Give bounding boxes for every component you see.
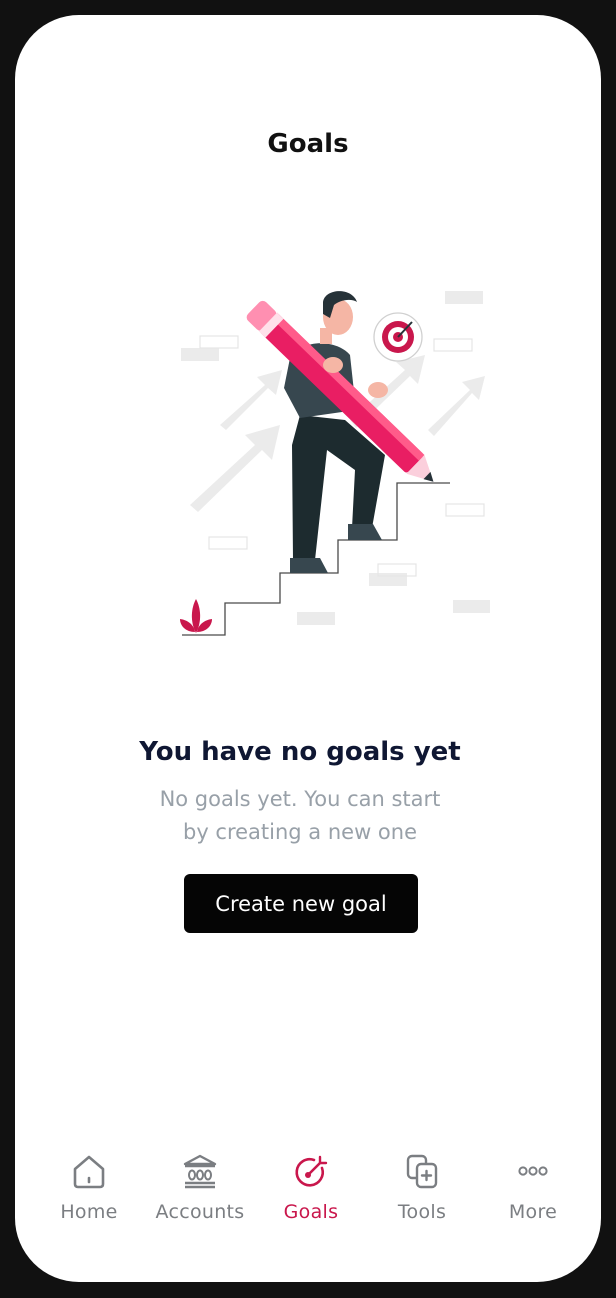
- home-icon: [73, 1155, 105, 1189]
- tab-accounts[interactable]: Accounts: [140, 1151, 260, 1223]
- target-icon: [295, 1155, 328, 1187]
- page-title: Goals: [267, 129, 349, 159]
- tab-home[interactable]: Home: [29, 1151, 149, 1223]
- tools-icon: [406, 1154, 438, 1189]
- empty-state-description: No goals yet. You can start by creating …: [159, 787, 441, 844]
- tab-more[interactable]: More: [473, 1151, 593, 1223]
- tab-label-home: Home: [60, 1201, 118, 1223]
- bank-icon: [183, 1154, 217, 1189]
- create-new-goal-button[interactable]: Create new goal: [184, 874, 418, 933]
- goals-illustration: [180, 291, 490, 636]
- tab-label-more: More: [508, 1201, 558, 1223]
- tab-label-goals: Goals: [283, 1201, 339, 1223]
- tab-goals[interactable]: Goals: [251, 1151, 371, 1223]
- more-dots-icon: [518, 1166, 548, 1176]
- tab-label-tools: Tools: [397, 1201, 447, 1223]
- tab-label-accounts: Accounts: [155, 1201, 245, 1223]
- app-screen: Goals You have no goals yet No goals yet…: [15, 15, 601, 1282]
- bottom-tab-bar: Home Accounts Goals Tools More: [15, 1151, 601, 1251]
- empty-state-title: You have no goals yet: [139, 737, 461, 767]
- tab-tools[interactable]: Tools: [362, 1151, 482, 1223]
